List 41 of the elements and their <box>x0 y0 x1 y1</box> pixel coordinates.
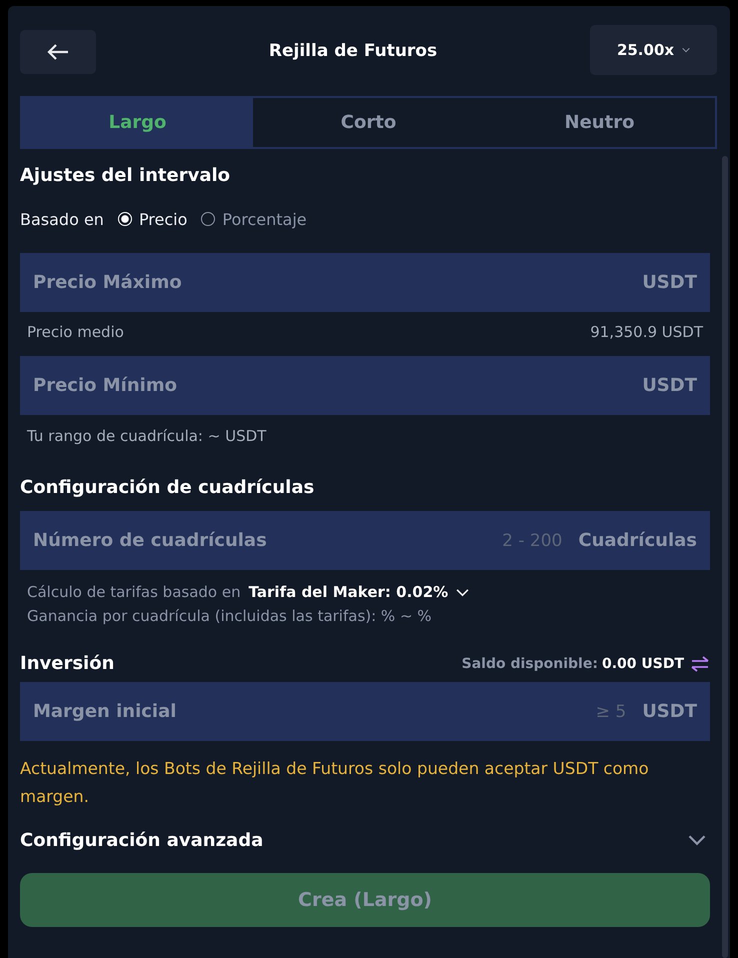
chevron-down-icon <box>456 588 470 596</box>
text-input[interactable]: Número de cuadrículas <box>33 530 486 551</box>
input-field[interactable]: Precio Máximo USDT <box>20 253 710 312</box>
scrollbar[interactable] <box>722 156 728 958</box>
radio-option[interactable]: Precio <box>118 210 188 228</box>
text-input[interactable]: Margen inicial <box>33 701 580 722</box>
text-input[interactable]: Precio Mínimo <box>33 375 626 396</box>
unit-label: USDT <box>642 701 697 722</box>
unit-label: Cuadrículas <box>578 530 697 551</box>
transfer-icon[interactable] <box>690 656 710 672</box>
warning-message: Actualmente, los Bots de Rejilla de Futuros solo pueden aceptar USDT como margen. <box>20 758 650 808</box>
unit-label: USDT <box>642 375 697 396</box>
advanced-settings-toggle[interactable]: Configuración avanzada <box>20 811 710 855</box>
mid-price-label: Precio medio <box>27 323 124 341</box>
caret-icon <box>682 47 690 53</box>
input-field[interactable]: Número de cuadrículas 2 - 200 Cuadrículas <box>20 511 710 570</box>
range-hint: ≥ 5 <box>596 702 626 722</box>
leverage-button[interactable]: 25.00x <box>590 25 717 75</box>
balance-label: Saldo disponible: <box>462 656 598 672</box>
input-field[interactable]: Margen inicial ≥ 5 USDT <box>20 682 710 741</box>
section-title: Ajustes del intervalo <box>20 164 232 188</box>
based-on-label: Basado en <box>20 210 104 228</box>
back-button[interactable] <box>20 30 96 74</box>
range-hint: 2 - 200 <box>502 530 562 550</box>
tab[interactable]: Largo <box>22 98 253 147</box>
balance-value: 0.00 USDT <box>602 656 684 672</box>
page-title: Rejilla de Futuros <box>268 41 438 61</box>
text-input[interactable]: Precio Máximo <box>33 272 626 293</box>
input-field[interactable]: Precio Mínimo USDT <box>20 356 710 415</box>
radio-option[interactable]: Porcentaje <box>201 210 307 228</box>
back-arrow-icon <box>46 44 70 60</box>
mid-price-value: 91,350.9 USDT <box>590 323 703 341</box>
section-title: Configuración de cuadrículas <box>20 476 316 500</box>
unit-label: USDT <box>642 272 697 293</box>
range-note: Tu rango de cuadrícula: ~ USDT <box>26 426 268 447</box>
chevron-down-icon <box>688 834 706 846</box>
section-title: Inversión <box>20 653 114 674</box>
profit-note: Ganancia por cuadrícula (incluidas las tarifas): % ~ % <box>26 606 433 625</box>
fee-label: Cálculo de tarifas basado en <box>27 583 241 601</box>
radio-circle[interactable] <box>201 212 216 226</box>
fee-dropdown[interactable]: Tarifa del Maker: 0.02% <box>248 583 470 601</box>
